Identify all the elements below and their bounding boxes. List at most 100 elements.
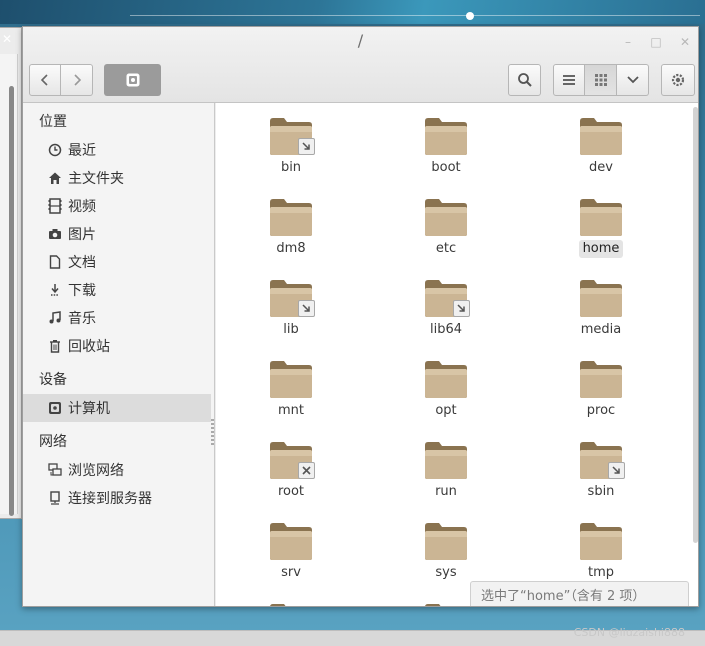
file-item-srv[interactable]: srv — [241, 508, 341, 588]
file-item-label: proc — [586, 403, 616, 418]
file-item-dev[interactable]: dev — [551, 103, 651, 183]
download-icon — [47, 282, 63, 298]
file-item-label: run — [435, 484, 457, 499]
sidebar: 位置 最近 主文件夹 视频 图片 文档 下载 音乐 回收站 设备 计算机 网络 … — [23, 103, 215, 606]
sidebar-item-music[interactable]: 音乐 — [23, 304, 211, 332]
file-item-boot[interactable]: boot — [396, 103, 496, 183]
sidebar-item-computer[interactable]: 计算机 — [23, 394, 211, 422]
file-item-label: lib64 — [429, 322, 463, 337]
sidebar-item-downloads[interactable]: 下载 — [23, 276, 211, 304]
folder-icon — [269, 356, 313, 400]
titlebar: / – □ ✕ — [23, 27, 698, 103]
folder-icon — [269, 599, 313, 606]
computer-drive-icon — [126, 73, 139, 87]
file-manager-window: / – □ ✕ 位置 最近 主文件夹 视频 图片 文档 下载 音乐 回收站 设备… — [22, 26, 699, 607]
folder-icon — [579, 356, 623, 400]
file-item-root[interactable]: root — [241, 427, 341, 507]
forward-button[interactable] — [61, 64, 93, 96]
view-options-button[interactable] — [617, 64, 649, 96]
folder-icon — [424, 356, 468, 400]
sidebar-item-connect-server[interactable]: 连接到服务器 — [23, 484, 211, 512]
symlink-icon — [298, 300, 315, 317]
file-item-label: root — [277, 484, 305, 499]
file-item-partial[interactable] — [241, 589, 341, 606]
desktop-decoration-line — [130, 15, 700, 16]
sidebar-item-recent[interactable]: 最近 — [23, 136, 211, 164]
folder-icon — [269, 437, 315, 481]
desktop-background — [0, 0, 705, 24]
list-view-button[interactable] — [553, 64, 585, 96]
folder-icon — [424, 437, 468, 481]
background-window[interactable]: ✕ — [0, 27, 22, 519]
chevron-left-icon — [40, 74, 48, 86]
file-item-dm8[interactable]: dm8 — [241, 184, 341, 264]
folder-icon — [579, 518, 623, 562]
file-item-label: sbin — [587, 484, 615, 499]
file-item-opt[interactable]: opt — [396, 346, 496, 426]
sidebar-heading-places: 位置 — [39, 114, 67, 130]
close-icon[interactable]: ✕ — [678, 35, 692, 49]
sidebar-item-home[interactable]: 主文件夹 — [23, 164, 211, 192]
home-icon — [47, 170, 63, 186]
settings-button[interactable] — [661, 64, 695, 96]
file-item-lib[interactable]: lib — [241, 265, 341, 345]
folder-icon — [424, 194, 468, 238]
file-item-label: home — [578, 240, 624, 258]
file-item-bin[interactable]: bin — [241, 103, 341, 183]
grid-view-button[interactable] — [585, 64, 617, 96]
file-item-run[interactable]: run — [396, 427, 496, 507]
file-item-label: tmp — [587, 565, 614, 580]
background-window-scrollbar[interactable] — [9, 86, 14, 516]
file-item-label: media — [580, 322, 622, 337]
folder-icon — [579, 194, 623, 238]
folder-icon — [424, 113, 468, 157]
watermark: CSDN @liuzaishi888 — [573, 626, 685, 639]
file-item-label: mnt — [278, 403, 304, 418]
sidebar-item-browse-network[interactable]: 浏览网络 — [23, 456, 211, 484]
file-item-etc[interactable]: etc — [396, 184, 496, 264]
file-item-label: opt — [435, 403, 457, 418]
sidebar-item-label: 最近 — [68, 143, 96, 159]
sidebar-item-label: 主文件夹 — [68, 171, 124, 187]
history-navigation — [29, 64, 93, 96]
sidebar-item-videos[interactable]: 视频 — [23, 192, 211, 220]
maximize-icon[interactable]: □ — [649, 35, 663, 49]
selection-status: 选中了“home”（含有 2 项） — [470, 581, 689, 606]
file-item-label: etc — [435, 241, 457, 256]
music-icon — [47, 310, 63, 326]
close-icon[interactable]: ✕ — [0, 32, 14, 46]
film-icon — [47, 198, 63, 214]
document-icon — [47, 254, 63, 270]
back-button[interactable] — [29, 64, 61, 96]
minimize-icon[interactable]: – — [621, 35, 635, 49]
file-item-media[interactable]: media — [551, 265, 651, 345]
file-item-home[interactable]: home — [551, 184, 651, 264]
sidebar-item-label: 文档 — [68, 255, 96, 271]
sidebar-item-documents[interactable]: 文档 — [23, 248, 211, 276]
sidebar-item-label: 视频 — [68, 199, 96, 215]
file-item-proc[interactable]: proc — [551, 346, 651, 426]
chevron-right-icon — [73, 74, 81, 86]
folder-icon — [579, 437, 625, 481]
file-item-sbin[interactable]: sbin — [551, 427, 651, 507]
path-bar-computer-button[interactable] — [104, 64, 161, 96]
symlink-icon — [608, 462, 625, 479]
file-item-label: srv — [281, 565, 301, 580]
file-item-label: boot — [431, 160, 461, 175]
list-view-icon — [563, 75, 575, 85]
file-item-label: lib — [283, 322, 299, 337]
file-grid: bin boot dev dm8 etc home lib lib64 media mnt opt p… — [216, 103, 698, 606]
folder-icon — [579, 275, 623, 319]
file-item-sys[interactable]: sys — [396, 508, 496, 588]
folder-icon — [269, 275, 315, 319]
file-item-tmp[interactable]: tmp — [551, 508, 651, 588]
sidebar-resize-handle[interactable] — [211, 419, 214, 445]
file-item-lib64[interactable]: lib64 — [396, 265, 496, 345]
folder-icon — [269, 518, 313, 562]
sidebar-item-trash[interactable]: 回收站 — [23, 332, 211, 360]
file-item-label: dm8 — [276, 241, 306, 256]
vertical-scrollbar[interactable] — [693, 107, 698, 543]
file-item-mnt[interactable]: mnt — [241, 346, 341, 426]
search-button[interactable] — [508, 64, 541, 96]
sidebar-item-pictures[interactable]: 图片 — [23, 220, 211, 248]
